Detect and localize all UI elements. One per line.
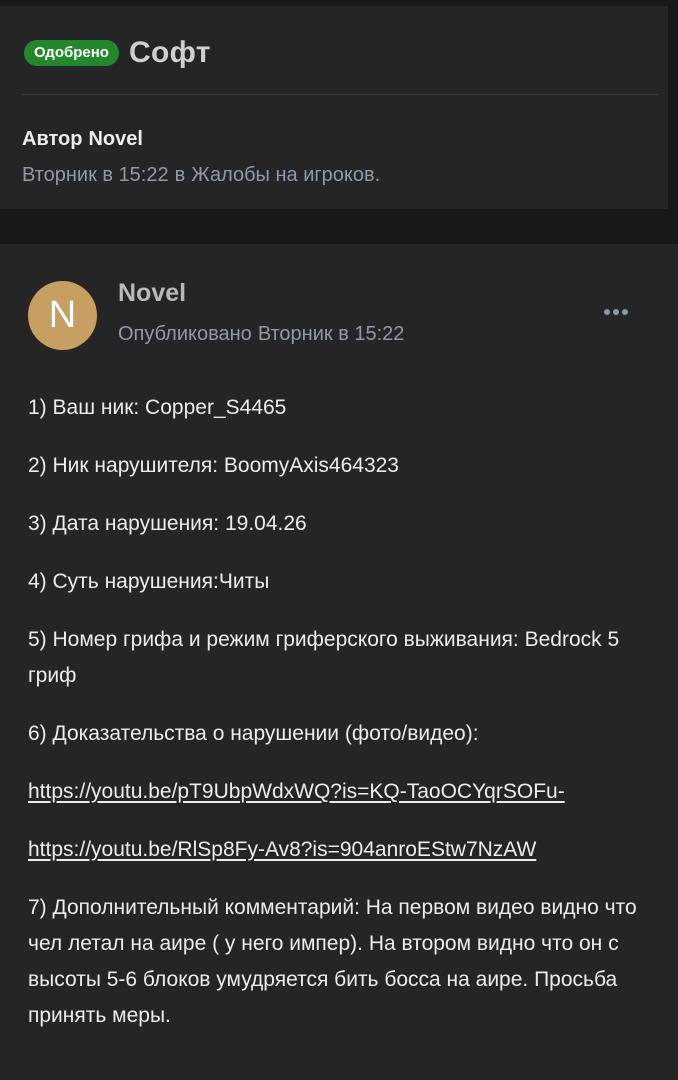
published-label: Опубликовано [118,323,252,345]
author-prefix: Автор [22,128,83,150]
forum-link[interactable]: Жалобы на игроков. [191,164,380,186]
thread-author-link[interactable]: Novel [88,128,142,150]
forum-prefix: в [174,164,186,186]
post-line-nick: 1) Ваш ник: Copper_S4465 [28,396,287,419]
more-horizontal-icon [604,309,628,315]
post-card: N Novel Опубликовано Вторник в 15:22 1) В… [0,244,678,1080]
post-line-evidence: 6) Доказательства о нарушении (фото/виде… [28,722,479,745]
thread-author-line: Автор Novel [22,128,149,151]
post-line-comment: 7) Дополнительный комментарий: На первом… [28,896,637,1027]
page-title: Софт [128,36,211,69]
thread-date[interactable]: Вторник в 15:22 [22,164,169,186]
thread-meta-line: Вторник в 15:22 в Жалобы на игроков. [22,164,386,187]
post-line-violator: 2) Ник нарушителя: BoomyAxis464323 [28,454,399,477]
post-date[interactable]: Вторник в 15:22 [258,323,405,345]
evidence-link-1[interactable]: https://youtu.be/pT9UbpWdxWQ?is=KQ-TaoOC… [28,780,565,803]
post-body: 1) Ваш ник: Copper_S4465 2) Ник нарушите… [28,390,658,1056]
divider [22,94,658,95]
avatar[interactable]: N [28,281,97,350]
thread-header: Одобрено Софт Автор Novel Вторник в 15:22… [0,6,668,209]
more-options-button[interactable] [596,300,636,324]
post-line-grief: 5) Номер грифа и режим гриферского выжив… [28,628,620,687]
post-line-essence: 4) Суть нарушения:Читы [28,570,270,593]
post-line-date: 3) Дата нарушения: 19.04.26 [28,512,307,535]
title-row: Одобрено Софт [24,30,211,76]
post-author-link[interactable]: Novel [118,279,186,308]
post-meta: Опубликовано Вторник в 15:22 [118,323,410,346]
status-badge[interactable]: Одобрено [24,40,119,66]
evidence-link-2[interactable]: https://youtu.be/RlSp8Fy-Av8?is=904anroE… [28,838,536,861]
